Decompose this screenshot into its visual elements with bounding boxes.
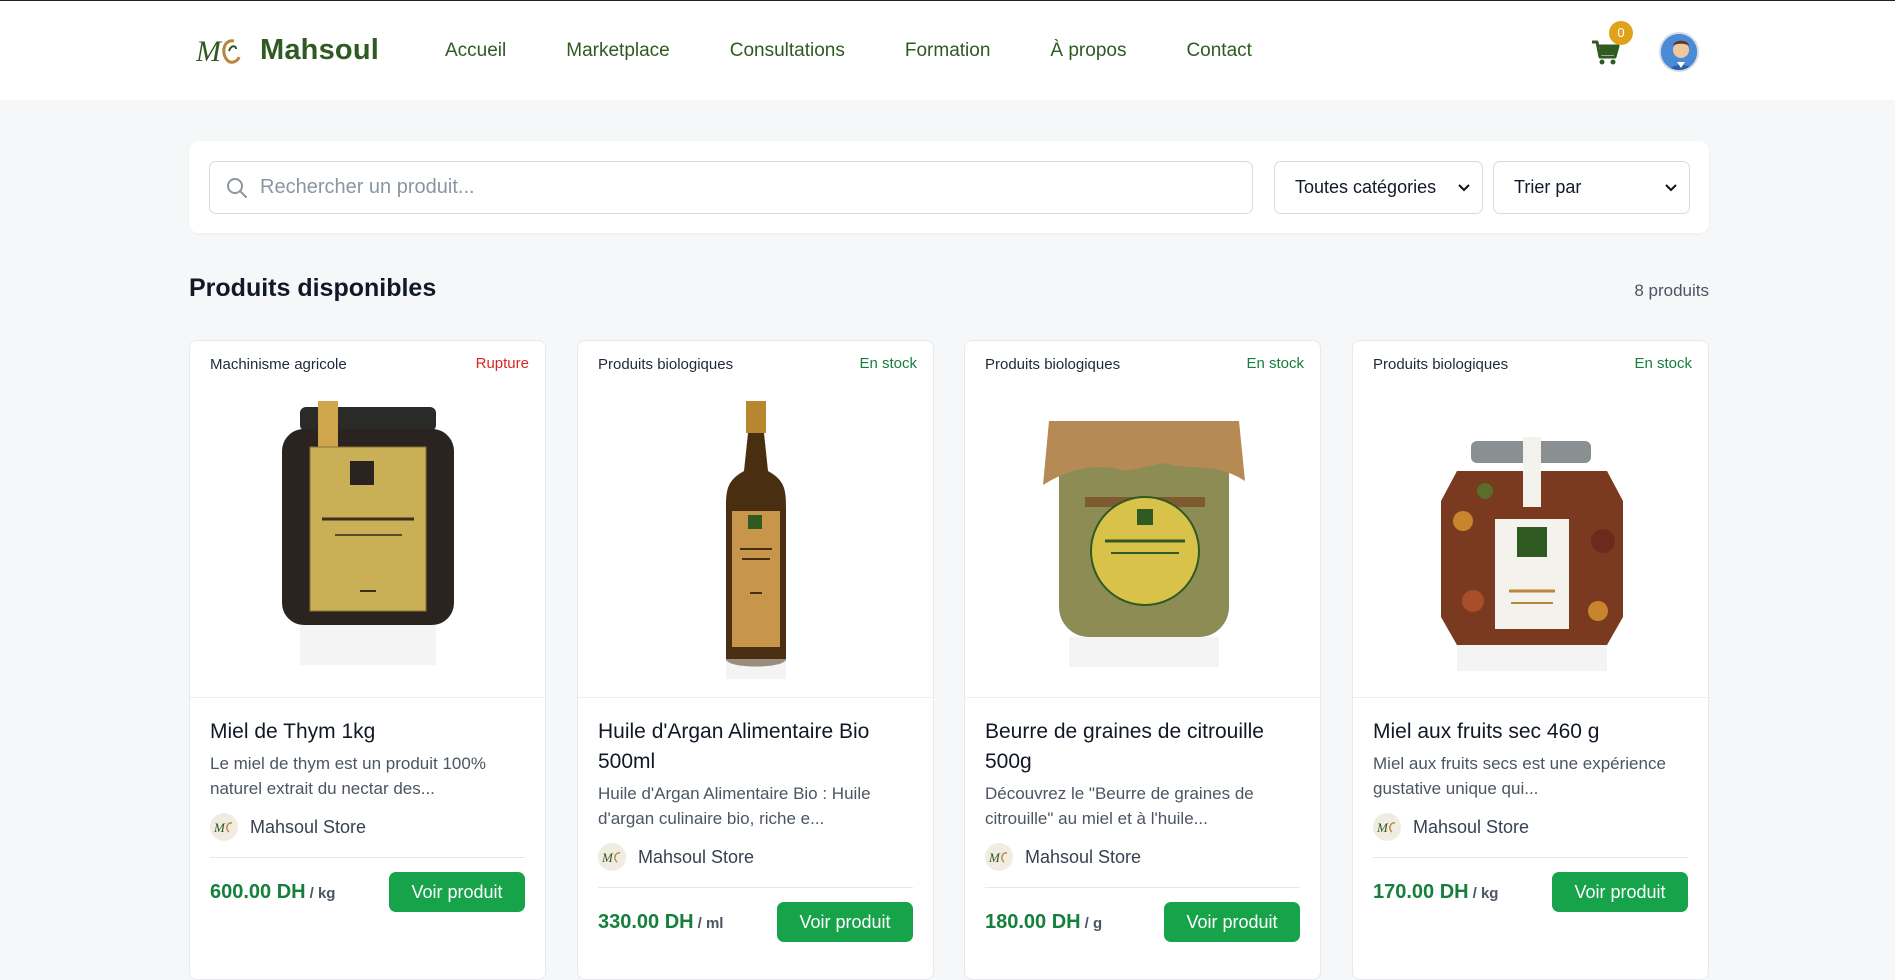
cart-count-badge: 0 (1609, 21, 1633, 45)
seller-logo-icon: M (1373, 813, 1401, 841)
seller-name: Mahsoul Store (638, 846, 755, 867)
category-select-value: Toutes catégories (1295, 177, 1437, 197)
divider (985, 887, 1300, 888)
nav-a-propos[interactable]: À propos (1050, 40, 1126, 62)
divider (1373, 857, 1688, 858)
stock-badge: En stock (1240, 351, 1310, 376)
user-avatar[interactable] (1659, 32, 1699, 72)
card-footer: 170.00 DH / kg Voir produit (1373, 872, 1688, 912)
seller-info: M Mahsoul Store (598, 841, 913, 873)
category-tag: Machinisme agricole (200, 351, 357, 378)
svg-text:M: M (989, 850, 1001, 865)
category-tag: Produits biologiques (975, 351, 1131, 378)
price: 180.00 DH / g (985, 911, 1102, 934)
brand-logo[interactable]: M Mahsoul (196, 31, 379, 69)
seller-logo-icon: M (210, 813, 238, 841)
product-title[interactable]: Miel de Thym 1kg (210, 717, 525, 747)
price-value: 170.00 DH (1373, 880, 1469, 903)
product-title[interactable]: Huile d'Argan Alimentaire Bio 500ml (598, 717, 913, 777)
seller-name: Mahsoul Store (1413, 816, 1530, 837)
pumpkin-seed-butter-jar-image (1043, 421, 1245, 667)
price-value: 330.00 DH (598, 910, 694, 933)
view-product-button[interactable]: Voir produit (1552, 872, 1688, 912)
category-tag: Produits biologiques (1363, 351, 1519, 378)
stock-badge: En stock (1628, 351, 1698, 376)
price-unit: / kg (309, 884, 336, 902)
nav-marketplace[interactable]: Marketplace (566, 40, 670, 62)
category-tag: Produits biologiques (588, 351, 744, 378)
nav-contact[interactable]: Contact (1186, 40, 1251, 62)
brand-name: Mahsoul (260, 33, 380, 66)
product-title[interactable]: Miel aux fruits sec 460 g (1373, 717, 1688, 747)
top-navbar: M Mahsoul Accueil Marketplace Consultati… (0, 1, 1895, 100)
product-card[interactable]: Produits biologiques En stock Miel aux f… (1352, 340, 1709, 980)
svg-text:M: M (602, 850, 614, 865)
seller-info: M Mahsoul Store (210, 811, 525, 843)
nav-accueil[interactable]: Accueil (445, 40, 506, 62)
view-product-button[interactable]: Voir produit (389, 872, 525, 912)
stock-badge: En stock (853, 351, 923, 376)
search-icon (227, 177, 247, 198)
price-value: 600.00 DH (210, 880, 306, 903)
view-product-button[interactable]: Voir produit (777, 902, 913, 942)
category-select[interactable]: Toutes catégories (1274, 161, 1483, 214)
price: 600.00 DH / kg (210, 881, 335, 904)
honey-jar-image (282, 401, 454, 665)
section-title: Produits disponibles (189, 274, 437, 302)
nav-consultations[interactable]: Consultations (730, 40, 845, 62)
price-unit: / ml (697, 914, 724, 932)
product-card[interactable]: Produits biologiques En stock Huile d'Ar… (577, 340, 934, 980)
search-box[interactable] (209, 161, 1253, 214)
chevron-down-icon (1665, 183, 1677, 191)
product-card[interactable]: Machinisme agricole Rupture Miel de Thym… (189, 340, 546, 980)
product-image-area[interactable]: Machinisme agricole Rupture (190, 341, 545, 698)
product-description: Le miel de thym est un produit 100% natu… (210, 754, 486, 798)
honey-dried-fruit-jar-image (1441, 437, 1623, 671)
price: 170.00 DH / kg (1373, 881, 1498, 904)
divider (210, 857, 525, 858)
price-value: 180.00 DH (985, 910, 1081, 933)
stock-badge: Rupture (469, 351, 535, 376)
product-title[interactable]: Beurre de graines de citrouille 500g (985, 717, 1300, 777)
sort-select-value: Trier par (1514, 177, 1582, 197)
svg-text:M: M (196, 35, 223, 68)
search-filter-panel: Toutes catégories Trier par (189, 141, 1709, 233)
card-footer: 180.00 DH / g Voir produit (985, 902, 1300, 942)
seller-name: Mahsoul Store (1025, 846, 1142, 867)
view-product-button[interactable]: Voir produit (1164, 902, 1300, 942)
seller-info: M Mahsoul Store (985, 841, 1300, 873)
product-image-area[interactable]: Produits biologiques En stock (578, 341, 933, 698)
argan-oil-bottle-image (726, 401, 786, 679)
svg-text:M: M (214, 820, 226, 835)
product-image-area[interactable]: Produits biologiques En stock (965, 341, 1320, 698)
card-footer: 330.00 DH / ml Voir produit (598, 902, 913, 942)
nav-formation[interactable]: Formation (905, 40, 991, 62)
price-unit: / g (1084, 914, 1103, 932)
product-description: Miel aux fruits secs est une expérience … (1373, 754, 1666, 798)
seller-name: Mahsoul Store (250, 816, 367, 837)
card-footer: 600.00 DH / kg Voir produit (210, 872, 525, 912)
mahsoul-logo-icon: M (196, 35, 241, 68)
price: 330.00 DH / ml (598, 911, 723, 934)
price-unit: / kg (1472, 884, 1499, 902)
seller-info: M Mahsoul Store (1373, 811, 1688, 843)
product-description: Découvrez le "Beurre de graines de citro… (985, 784, 1254, 828)
svg-text:M: M (1377, 820, 1389, 835)
seller-logo-icon: M (598, 843, 626, 871)
main-nav: Accueil Marketplace Consultations Format… (445, 40, 1312, 62)
chevron-down-icon (1458, 183, 1470, 191)
sort-select[interactable]: Trier par (1493, 161, 1690, 214)
product-card[interactable]: Produits biologiques En stock Beurre de … (964, 340, 1321, 980)
search-input[interactable] (260, 176, 1220, 199)
seller-logo-icon: M (985, 843, 1013, 871)
product-image-area[interactable]: Produits biologiques En stock (1353, 341, 1708, 698)
product-count: 8 produits (1634, 281, 1709, 300)
divider (598, 887, 913, 888)
user-avatar-icon (1661, 34, 1697, 70)
product-description: Huile d'Argan Alimentaire Bio : Huile d'… (598, 784, 871, 828)
